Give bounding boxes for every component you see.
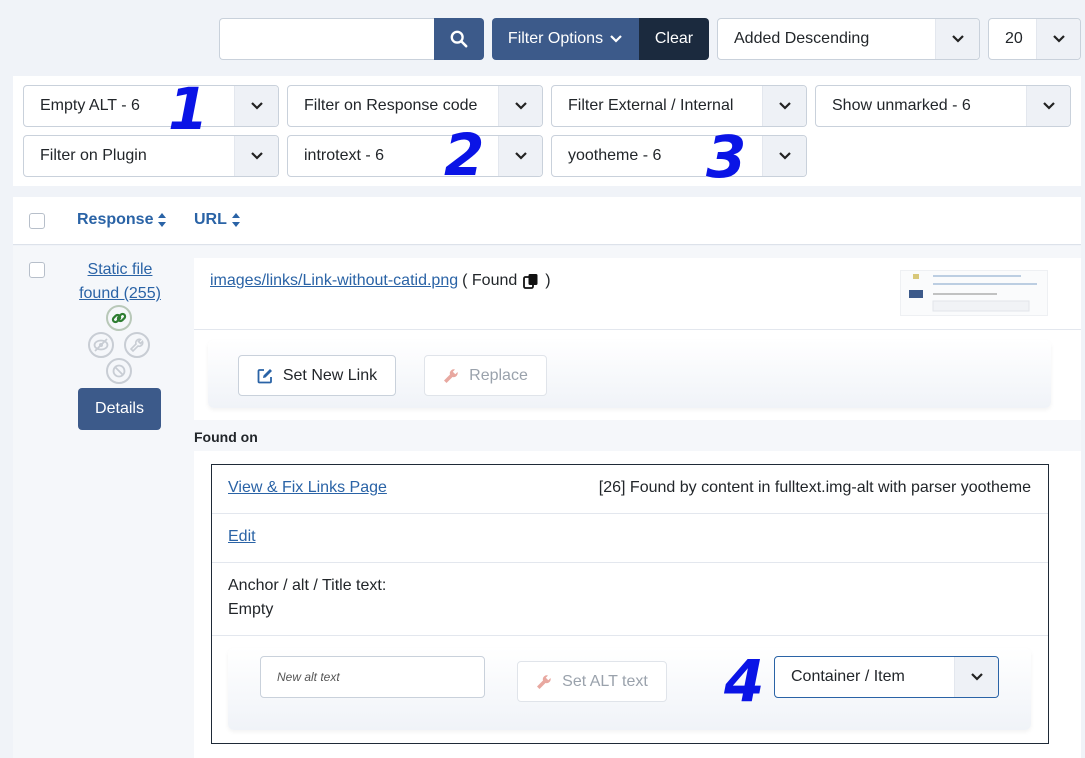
link-icon: [111, 312, 127, 324]
filter-options-label: Filter Options: [507, 30, 604, 47]
annotation-3: 3: [706, 123, 747, 191]
anchor-label: Anchor / alt / Title text:: [228, 577, 387, 594]
alt-text-input[interactable]: New alt text: [260, 656, 485, 698]
wrench-icon: [444, 368, 458, 383]
anchor-value: Empty: [228, 601, 274, 618]
chevron-down-icon: [935, 19, 979, 59]
filter-marked-select[interactable]: Show unmarked - 6: [815, 85, 1071, 127]
found-on-heading: Found on: [194, 429, 258, 445]
response-header-label: Response: [77, 211, 154, 228]
filter-external-value: Filter External / Internal: [568, 97, 734, 114]
edit-icon: [257, 368, 272, 383]
ban-icon: [112, 364, 126, 378]
sort-url-header[interactable]: URL: [194, 211, 241, 229]
filter-external-select[interactable]: Filter External / Internal: [551, 85, 807, 127]
chevron-down-icon: [1026, 86, 1070, 126]
set-new-link-button[interactable]: Set New Link: [238, 355, 396, 396]
filter-parser-select[interactable]: yootheme - 6: [551, 135, 807, 177]
set-alt-text-button[interactable]: Set ALT text: [517, 661, 667, 702]
search-icon: [450, 30, 468, 48]
clear-button[interactable]: Clear: [639, 18, 709, 60]
sort-select-value: Added Descending: [734, 30, 870, 47]
select-all-checkbox[interactable]: [29, 213, 45, 229]
annotation-4: 4: [724, 647, 765, 715]
filter-marked-value: Show unmarked - 6: [832, 97, 971, 114]
replace-button[interactable]: Replace: [424, 355, 547, 396]
chevron-down-icon: [610, 35, 622, 43]
url-header-label: URL: [194, 211, 227, 228]
filter-response-select[interactable]: Filter on Response code: [287, 85, 543, 127]
sort-response-header[interactable]: Response: [77, 211, 167, 229]
replace-label: Replace: [469, 366, 528, 384]
status-line-2: found (255): [79, 285, 161, 302]
url-link[interactable]: images/links/Link-without-catid.png: [210, 272, 458, 290]
chevron-down-icon: [762, 86, 806, 126]
url-thumbnail[interactable]: [900, 270, 1048, 316]
wrench-icon: [537, 674, 551, 689]
filter-plugin-select[interactable]: Filter on Plugin: [23, 135, 279, 177]
container-select-value: Container / Item: [791, 668, 905, 685]
sort-icon: [158, 213, 167, 227]
sort-select[interactable]: Added Descending: [717, 18, 980, 60]
mark-link-button[interactable]: [106, 305, 132, 331]
chevron-down-icon: [498, 136, 542, 176]
row-checkbox[interactable]: [29, 262, 45, 278]
limit-select-value: 20: [1005, 30, 1023, 47]
found-row-anchor: [212, 563, 1048, 636]
chevron-down-icon: [234, 86, 278, 126]
ignore-button[interactable]: [88, 332, 114, 358]
chevron-down-icon: [1036, 19, 1080, 59]
found-prefix: ( Found: [462, 272, 518, 289]
found-suffix: ): [545, 272, 551, 289]
container-select[interactable]: Container / Item: [774, 656, 999, 698]
details-button[interactable]: Details: [78, 388, 161, 430]
set-new-link-label: Set New Link: [282, 366, 378, 384]
filter-options-button[interactable]: Filter Options: [492, 18, 639, 60]
limit-select[interactable]: 20: [988, 18, 1081, 60]
search-button[interactable]: [434, 18, 484, 60]
status-line-1: Static file: [87, 261, 153, 278]
filter-alt-select[interactable]: Empty ALT - 6: [23, 85, 279, 127]
search-input[interactable]: [219, 18, 435, 60]
status-link[interactable]: Static file found (255): [70, 258, 170, 306]
copy-icon[interactable]: [523, 273, 539, 289]
table-header: [13, 197, 1081, 245]
sort-icon: [231, 213, 240, 227]
filter-response-value: Filter on Response code: [304, 97, 478, 114]
fix-button[interactable]: [124, 332, 150, 358]
annotation-1: 1: [168, 75, 209, 143]
chevron-down-icon: [762, 136, 806, 176]
filter-field-select[interactable]: introtext - 6: [287, 135, 543, 177]
block-button[interactable]: [106, 358, 132, 384]
wrench-icon: [130, 338, 144, 352]
url-line: images/links/Link-without-catid.png ( Fo…: [210, 272, 551, 290]
filter-plugin-value: Filter on Plugin: [40, 147, 147, 164]
set-alt-text-label: Set ALT text: [562, 672, 648, 690]
edit-link[interactable]: Edit: [228, 528, 256, 546]
eye-slash-icon: [93, 338, 109, 352]
found-row-edit: [212, 514, 1048, 563]
view-fix-links-link[interactable]: View & Fix Links Page: [228, 479, 387, 497]
annotation-2: 2: [444, 121, 485, 189]
found-info-text: [26] Found by content in fulltext.img-al…: [598, 479, 1031, 496]
chevron-down-icon: [498, 86, 542, 126]
chevron-down-icon: [954, 657, 998, 697]
chevron-down-icon: [234, 136, 278, 176]
